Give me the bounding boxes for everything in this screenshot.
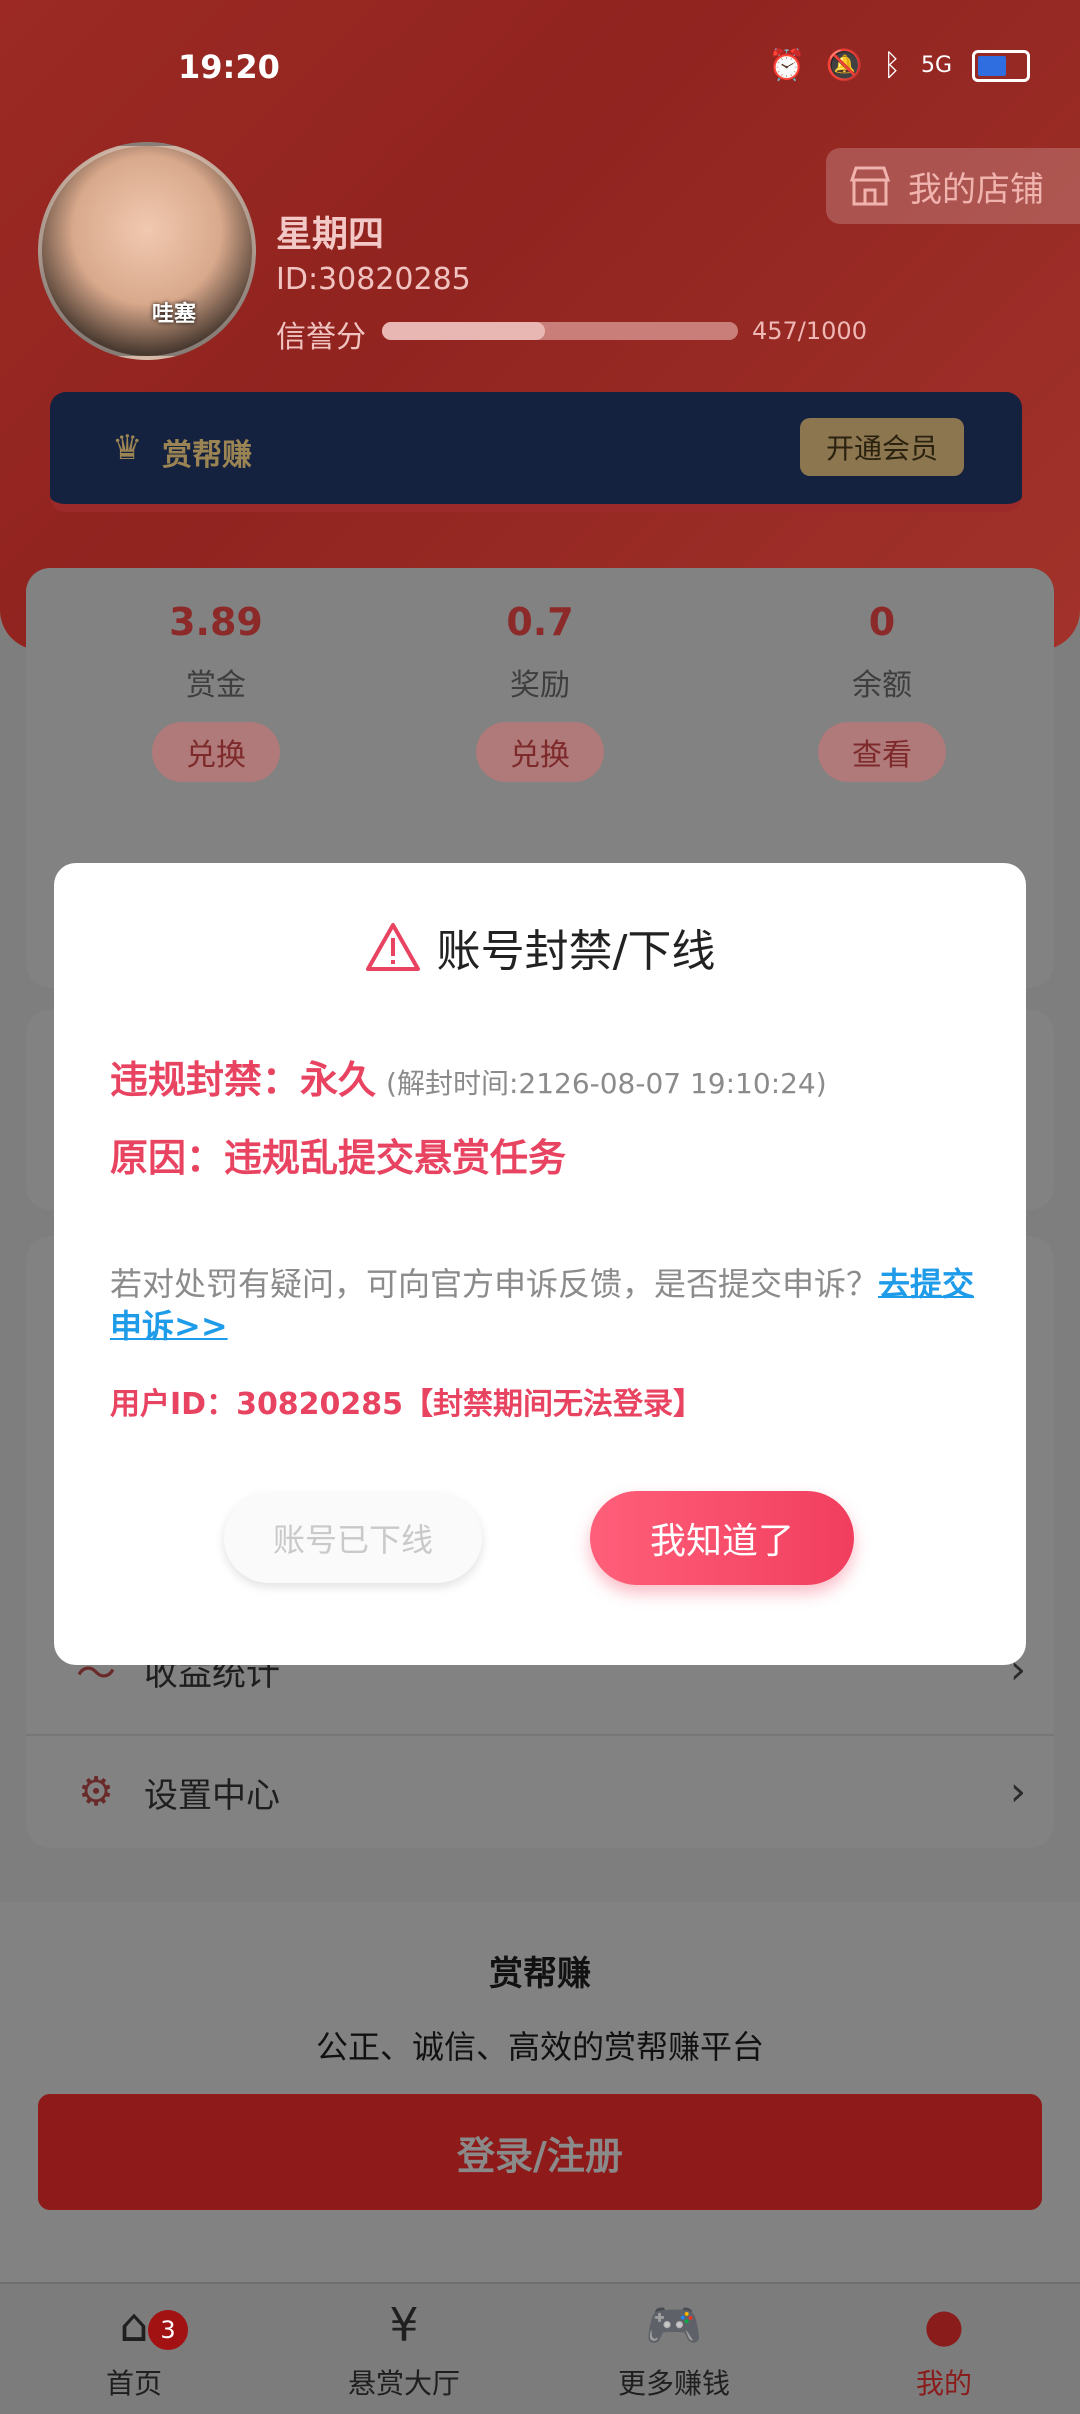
ban-duration: 违规封禁：永久 (解封时间:2126-08-07 19:10:24)	[110, 1049, 827, 1104]
chevron-right-icon: ›	[1010, 1769, 1026, 1815]
stat-bonus: 0.7 奖励 兑换	[420, 600, 660, 782]
view-button[interactable]: 查看	[818, 722, 946, 782]
exchange-button[interactable]: 兑换	[152, 722, 280, 782]
ban-dialog: 账号封禁/下线 违规封禁：永久 (解封时间:2126-08-07 19:10:24…	[54, 863, 1026, 1665]
ban-label: 违规封禁：永久	[110, 1058, 377, 1102]
login-register-button[interactable]: 登录/注册	[38, 2094, 1042, 2210]
bluetooth-icon: ᛒ	[882, 48, 901, 83]
status-time: 19:20	[178, 48, 280, 86]
bottom-tab-bar: ⌂ 首页 3 ¥ 悬赏大厅 🎮 更多赚钱 ● 我的	[0, 2282, 1080, 2414]
user-icon: ●	[923, 2298, 965, 2352]
menu-item-label: 设置中心	[144, 1775, 280, 1816]
brand-title: 赏帮赚	[489, 1954, 591, 1994]
tab-home[interactable]: ⌂ 首页 3	[34, 2298, 234, 2402]
stat-reward: 3.89 赏金 兑换	[96, 600, 336, 782]
gear-icon: ⚙	[78, 1769, 114, 1815]
warning-icon	[365, 923, 420, 971]
appeal-text: 若对处罚有疑问，可向官方申诉反馈，是否提交申诉？去提交申诉>>	[110, 1263, 980, 1347]
exchange-button[interactable]: 兑换	[476, 722, 604, 782]
tab-label: 我的	[915, 2367, 972, 2400]
tab-mine[interactable]: ● 我的	[844, 2298, 1044, 2402]
avatar[interactable]: 哇塞	[38, 142, 256, 360]
brand-slogan: 公正、诚信、高效的赏帮赚平台	[315, 2028, 764, 2066]
credit-progress-fill	[382, 322, 545, 340]
menu-item-settings[interactable]: ⚙ 设置中心 ›	[26, 1734, 1054, 1848]
gamepad-icon: 🎮	[645, 2298, 703, 2352]
my-store-label: 我的店铺	[908, 169, 1044, 210]
home-icon: ⌂	[119, 2298, 149, 2352]
my-store-button[interactable]: 我的店铺	[826, 148, 1080, 224]
status-icons: ⏰ 🔕 ᛒ 5G	[768, 48, 1030, 83]
unban-time: (解封时间:2126-08-07 19:10:24)	[386, 1067, 827, 1100]
store-icon	[849, 166, 891, 206]
open-vip-button[interactable]: 开通会员	[800, 418, 964, 476]
avatar-caption: 哇塞	[152, 302, 197, 327]
account-offline-button: 账号已下线	[224, 1493, 482, 1583]
tab-label: 首页	[105, 2367, 162, 2400]
ban-reason: 原因：违规乱提交悬赏任务	[110, 1136, 567, 1180]
battery-icon	[972, 49, 1030, 82]
acknowledge-button[interactable]: 我知道了	[590, 1491, 854, 1585]
appeal-description: 若对处罚有疑问，可向官方申诉反馈，是否提交申诉？	[110, 1265, 879, 1303]
notification-badge: 3	[146, 2308, 190, 2352]
vip-banner: ♛ 赏帮赚 开通会员	[50, 392, 1022, 512]
dialog-title: 账号封禁/下线	[54, 915, 1026, 979]
mute-icon: 🔕	[825, 48, 863, 83]
alarm-icon: ⏰	[768, 48, 806, 83]
reward-icon: ¥	[389, 2298, 419, 2352]
vip-label: 赏帮赚	[162, 438, 252, 473]
stat-label: 赏金	[186, 668, 246, 703]
dialog-title-text: 账号封禁/下线	[436, 926, 716, 977]
username: 星期四	[276, 214, 385, 255]
user-id: ID:30820285	[276, 262, 471, 297]
stat-label: 余额	[852, 668, 912, 703]
stat-value: 0	[868, 600, 896, 644]
tab-label: 更多赚钱	[617, 2367, 730, 2400]
stat-balance: 0 余额 查看	[762, 600, 1002, 782]
crown-icon: ♛	[112, 428, 143, 468]
signal-icon: 5G	[920, 53, 952, 78]
tab-reward-hall[interactable]: ¥ 悬赏大厅	[304, 2298, 504, 2402]
credit-value: 457/1000	[752, 317, 867, 345]
banned-user-id: 用户ID：30820285【封禁期间无法登录】	[110, 1387, 704, 1422]
credit-progress-bar	[382, 322, 738, 340]
tab-more-earn[interactable]: 🎮 更多赚钱	[574, 2298, 774, 2402]
stat-label: 奖励	[510, 668, 570, 703]
stat-value: 0.7	[506, 600, 574, 644]
tab-label: 悬赏大厅	[347, 2367, 460, 2400]
stat-value: 3.89	[169, 600, 263, 644]
credit-label: 信誉分	[276, 320, 366, 355]
